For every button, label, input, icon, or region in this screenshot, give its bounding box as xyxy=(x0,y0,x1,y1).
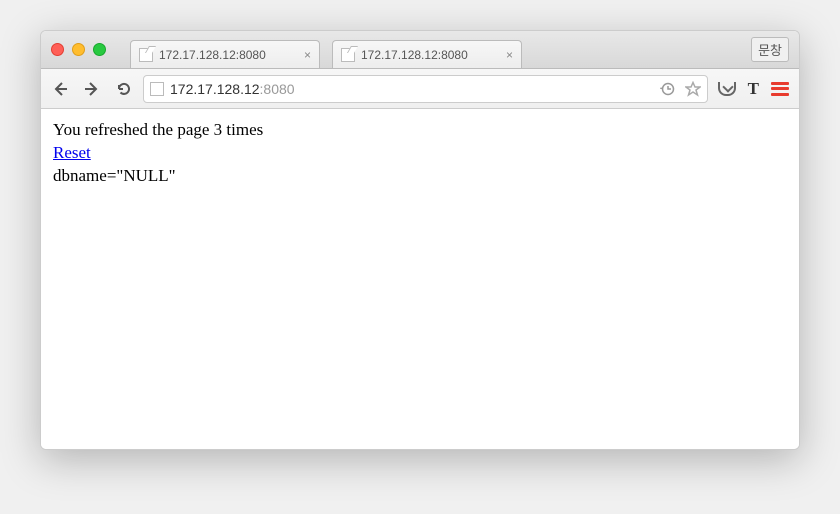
toolbar-right-icons: T xyxy=(718,79,789,99)
navigation-toolbar: 172.17.128.12:8080 T xyxy=(41,69,799,109)
history-icon[interactable] xyxy=(659,81,675,97)
reload-button[interactable] xyxy=(115,80,133,98)
tab-strip: 172.17.128.12:8080 × 172.17.128.12:8080 … xyxy=(130,31,743,68)
url-host: 172.17.128.12 xyxy=(170,81,260,97)
page-content: You refreshed the page 3 times Reset dbn… xyxy=(41,109,799,449)
close-tab-icon[interactable]: × xyxy=(304,48,311,62)
bookmark-star-icon[interactable] xyxy=(685,81,701,97)
close-tab-icon[interactable]: × xyxy=(506,48,513,62)
url-text: 172.17.128.12:8080 xyxy=(170,81,653,97)
browser-tab[interactable]: 172.17.128.12:8080 × xyxy=(332,40,522,68)
arrow-left-icon xyxy=(52,81,68,97)
address-bar[interactable]: 172.17.128.12:8080 xyxy=(143,75,708,103)
browser-tab[interactable]: 172.17.128.12:8080 × xyxy=(130,40,320,68)
window-menu-button[interactable]: 문창 xyxy=(751,37,789,62)
address-bar-icons xyxy=(659,81,701,97)
nav-buttons xyxy=(51,80,133,98)
back-button[interactable] xyxy=(51,80,69,98)
minimize-window-button[interactable] xyxy=(72,43,85,56)
arrow-right-icon xyxy=(84,81,100,97)
window-titlebar: 172.17.128.12:8080 × 172.17.128.12:8080 … xyxy=(41,31,799,69)
reload-icon xyxy=(116,81,132,97)
page-icon xyxy=(150,82,164,96)
window-controls xyxy=(51,43,106,56)
refresh-count-text: You refreshed the page 3 times xyxy=(53,119,787,142)
pocket-icon[interactable] xyxy=(718,82,736,96)
dbname-text: dbname="NULL" xyxy=(53,165,787,188)
file-icon xyxy=(139,48,153,62)
close-window-button[interactable] xyxy=(51,43,64,56)
file-icon xyxy=(341,48,355,62)
tab-title: 172.17.128.12:8080 xyxy=(361,48,500,62)
browser-window: 172.17.128.12:8080 × 172.17.128.12:8080 … xyxy=(40,30,800,450)
maximize-window-button[interactable] xyxy=(93,43,106,56)
hamburger-menu-icon[interactable] xyxy=(771,82,789,96)
reset-link[interactable]: Reset xyxy=(53,143,91,162)
reader-mode-icon[interactable]: T xyxy=(748,79,759,99)
url-port: :8080 xyxy=(260,81,295,97)
tab-title: 172.17.128.12:8080 xyxy=(159,48,298,62)
forward-button[interactable] xyxy=(83,80,101,98)
